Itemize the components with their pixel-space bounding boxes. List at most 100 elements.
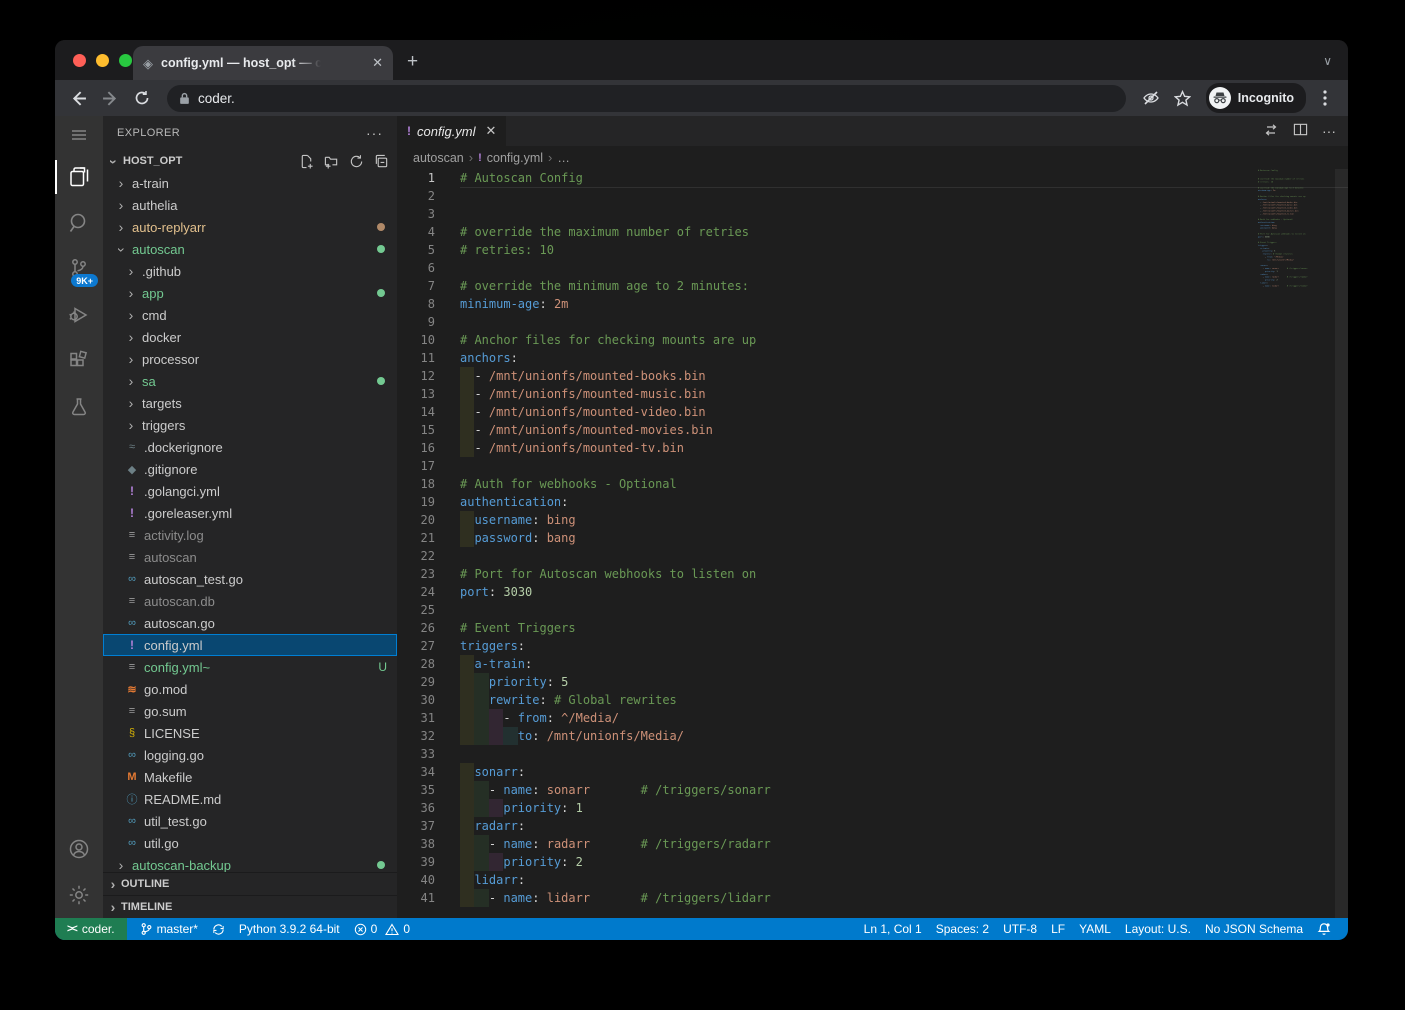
notifications-bell[interactable]: [1310, 922, 1338, 936]
tree-item-go.sum[interactable]: ≡go.sum: [103, 700, 397, 722]
new-file-icon[interactable]: [299, 154, 314, 169]
code-line[interactable]: 19authentication:: [397, 493, 1348, 511]
code-line[interactable]: 25: [397, 601, 1348, 619]
breadcrumb-symbol[interactable]: …: [557, 151, 570, 165]
code-line[interactable]: 16 - /mnt/unionfs/mounted-tv.bin: [397, 439, 1348, 457]
code-line[interactable]: 34 sonarr:: [397, 763, 1348, 781]
menu-icon[interactable]: [55, 116, 103, 154]
code-line[interactable]: 28 a-train:: [397, 655, 1348, 673]
tree-item-util.go[interactable]: ∞util.go: [103, 832, 397, 854]
forward-button[interactable]: [97, 85, 123, 111]
tree-item-autoscan[interactable]: ≡autoscan: [103, 546, 397, 568]
code-line[interactable]: 38 - name: radarr # /triggers/radarr: [397, 835, 1348, 853]
tree-item-autoscan.db[interactable]: ≡autoscan.db: [103, 590, 397, 612]
code-line[interactable]: 2: [397, 187, 1348, 205]
tree-item-a-train[interactable]: ›a-train: [103, 172, 397, 194]
tree-item-processor[interactable]: ›processor: [103, 348, 397, 370]
code-line[interactable]: 9: [397, 313, 1348, 331]
tree-item-.golangci.yml[interactable]: !.golangci.yml: [103, 480, 397, 502]
indentation-setting[interactable]: Spaces: 2: [929, 922, 996, 936]
explorer-more-actions-icon[interactable]: ···: [366, 125, 383, 141]
tab-search-chevron-icon[interactable]: ∨: [1323, 54, 1332, 68]
tree-item-config.yml[interactable]: !config.yml: [103, 634, 397, 656]
tree-item-util_test.go[interactable]: ∞util_test.go: [103, 810, 397, 832]
tree-item-triggers[interactable]: ›triggers: [103, 414, 397, 436]
tree-item-logging.go[interactable]: ∞logging.go: [103, 744, 397, 766]
back-button[interactable]: [65, 85, 91, 111]
editor-scrollbar[interactable]: [1335, 169, 1348, 918]
code-line[interactable]: 12 - /mnt/unionfs/mounted-books.bin: [397, 367, 1348, 385]
split-editor-icon[interactable]: [1293, 122, 1308, 140]
workspace-root-header[interactable]: › HOST_OPT: [103, 150, 397, 172]
tree-item-.goreleaser.yml[interactable]: !.goreleaser.yml: [103, 502, 397, 524]
code-line[interactable]: 8minimum-age: 2m: [397, 295, 1348, 313]
accounts-icon[interactable]: [55, 826, 103, 872]
code-line[interactable]: 33: [397, 745, 1348, 763]
code-line[interactable]: 24port: 3030: [397, 583, 1348, 601]
tree-item-.dockerignore[interactable]: ≈.dockerignore: [103, 436, 397, 458]
browser-tab[interactable]: ◈ config.yml — host_opt — code ✕: [133, 46, 393, 80]
maximize-window-button[interactable]: [119, 54, 132, 67]
code-line[interactable]: 6: [397, 259, 1348, 277]
code-line[interactable]: 31 - from: ^/Media/: [397, 709, 1348, 727]
code-line[interactable]: 40 lidarr:: [397, 871, 1348, 889]
tree-item-Makefile[interactable]: MMakefile: [103, 766, 397, 788]
reload-button[interactable]: [129, 85, 155, 111]
code-line[interactable]: 37 radarr:: [397, 817, 1348, 835]
search-icon[interactable]: [55, 200, 103, 246]
address-bar[interactable]: coder.: [167, 85, 1126, 112]
tree-item-autoscan_test.go[interactable]: ∞autoscan_test.go: [103, 568, 397, 590]
tree-item-.github[interactable]: ›.github: [103, 260, 397, 282]
code-line[interactable]: 20 username: bing: [397, 511, 1348, 529]
code-line[interactable]: 7# override the minimum age to 2 minutes…: [397, 277, 1348, 295]
python-interpreter[interactable]: Python 3.9.2 64-bit: [232, 922, 347, 936]
breadcrumb-file[interactable]: config.yml: [487, 151, 543, 165]
collapse-all-icon[interactable]: [374, 154, 389, 169]
code-line[interactable]: 27triggers:: [397, 637, 1348, 655]
close-tab-icon[interactable]: ✕: [486, 123, 497, 139]
tree-item-activity.log[interactable]: ≡activity.log: [103, 524, 397, 546]
run-debug-icon[interactable]: [55, 292, 103, 338]
tree-item-.gitignore[interactable]: ◆.gitignore: [103, 458, 397, 480]
code-editor[interactable]: 1# Autoscan Config234# override the maxi…: [397, 169, 1348, 918]
tree-item-cmd[interactable]: ›cmd: [103, 304, 397, 326]
code-line[interactable]: 15 - /mnt/unionfs/mounted-movies.bin: [397, 421, 1348, 439]
language-mode[interactable]: YAML: [1072, 922, 1118, 936]
source-control-icon[interactable]: 9K+: [55, 246, 103, 292]
eol-setting[interactable]: LF: [1044, 922, 1072, 936]
editor-more-actions-icon[interactable]: ···: [1322, 123, 1336, 139]
code-line[interactable]: 1# Autoscan Config: [397, 169, 1348, 187]
refresh-icon[interactable]: [349, 154, 364, 169]
code-line[interactable]: 14 - /mnt/unionfs/mounted-video.bin: [397, 403, 1348, 421]
tree-item-autoscan-backup[interactable]: ›autoscan-backup: [103, 854, 397, 872]
tree-item-LICENSE[interactable]: §LICENSE: [103, 722, 397, 744]
tree-item-autoscan.go[interactable]: ∞autoscan.go: [103, 612, 397, 634]
tree-item-autoscan[interactable]: ›autoscan: [103, 238, 397, 260]
tree-item-README.md[interactable]: ⓘREADME.md: [103, 788, 397, 810]
tree-item-app[interactable]: ›app: [103, 282, 397, 304]
json-schema-indicator[interactable]: No JSON Schema: [1198, 922, 1310, 936]
tree-item-authelia[interactable]: ›authelia: [103, 194, 397, 216]
code-line[interactable]: 30 rewrite: # Global rewrites: [397, 691, 1348, 709]
bookmark-star-icon[interactable]: [1170, 85, 1196, 111]
new-folder-icon[interactable]: [324, 154, 339, 169]
code-line[interactable]: 3: [397, 205, 1348, 223]
outline-panel-header[interactable]: › OUTLINE: [103, 872, 397, 895]
code-line[interactable]: 5# retries: 10: [397, 241, 1348, 259]
open-changes-icon[interactable]: [1263, 122, 1279, 141]
incognito-badge[interactable]: Incognito: [1206, 83, 1306, 113]
extensions-icon[interactable]: [55, 338, 103, 384]
tree-item-sa[interactable]: ›sa: [103, 370, 397, 392]
code-line[interactable]: 32 to: /mnt/unionfs/Media/: [397, 727, 1348, 745]
settings-gear-icon[interactable]: [55, 872, 103, 918]
code-line[interactable]: 21 password: bang: [397, 529, 1348, 547]
code-line[interactable]: 22: [397, 547, 1348, 565]
code-line[interactable]: 11anchors:: [397, 349, 1348, 367]
code-line[interactable]: 17: [397, 457, 1348, 475]
tree-item-targets[interactable]: ›targets: [103, 392, 397, 414]
minimap[interactable]: # Autoscan Config# override the maximum …: [1258, 169, 1334, 918]
code-line[interactable]: 29 priority: 5: [397, 673, 1348, 691]
code-line[interactable]: 18# Auth for webhooks - Optional: [397, 475, 1348, 493]
code-line[interactable]: 39 priority: 2: [397, 853, 1348, 871]
sync-indicator[interactable]: [205, 923, 232, 936]
